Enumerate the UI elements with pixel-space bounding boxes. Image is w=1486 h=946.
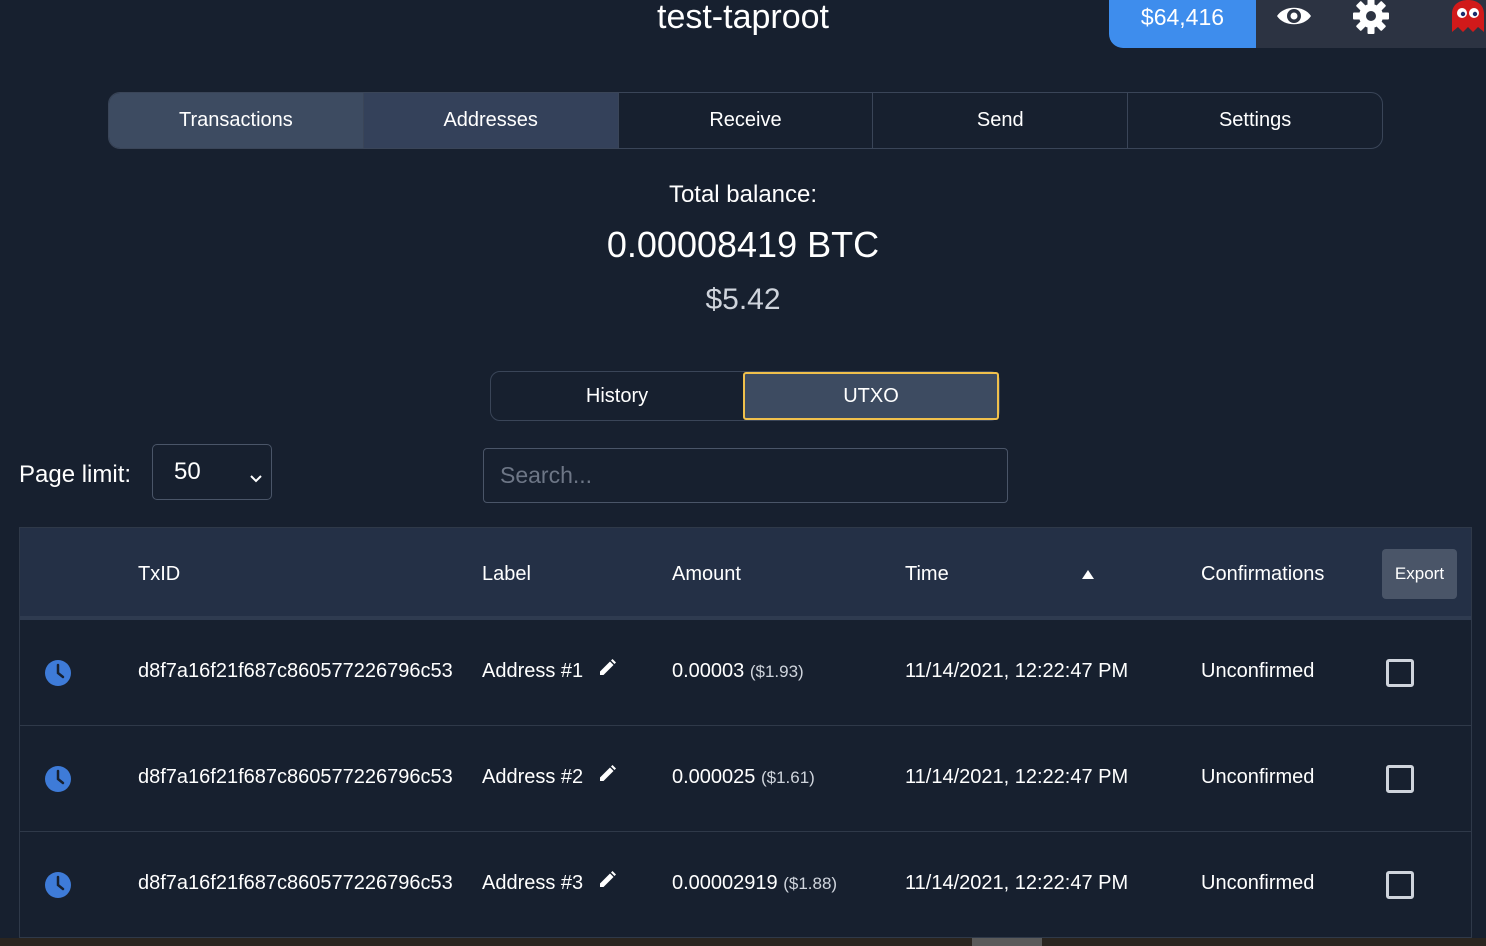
confirmations-cell: Unconfirmed (1201, 872, 1315, 894)
tab-utxo[interactable]: UTXO (743, 372, 999, 420)
label-text: Address #3 (482, 871, 584, 894)
select-checkbox[interactable] (1386, 871, 1414, 899)
edit-pencil-icon[interactable] (597, 658, 617, 684)
table-header: TxID Label Amount Time Confirmations Exp… (20, 528, 1471, 620)
confirmations-cell: Unconfirmed (1201, 660, 1315, 682)
clock-icon (44, 871, 72, 904)
time-cell: 11/14/2021, 12:22:47 PM (905, 766, 1129, 788)
txid-cell[interactable]: d8f7a16f21f687c860577226796c53 (138, 660, 453, 683)
amount-usd: ($1.88) (783, 874, 838, 893)
amount-btc: 0.00003 (672, 660, 745, 682)
amount-cell: 0.000025 ($1.61) (672, 766, 815, 789)
gear-icon[interactable] (1333, 0, 1410, 48)
clock-icon (44, 659, 72, 692)
export-button[interactable]: Export (1382, 549, 1457, 599)
txid-cell[interactable]: d8f7a16f21f687c860577226796c53 (138, 766, 453, 789)
time-cell: 11/14/2021, 12:22:47 PM (905, 872, 1129, 894)
header-label[interactable]: Label (482, 563, 531, 586)
top-bar: $64,416 (1109, 0, 1486, 48)
amount-btc: 0.00002919 (672, 872, 778, 894)
chevron-down-icon (249, 463, 263, 491)
header-amount[interactable]: Amount (672, 563, 741, 586)
eye-icon[interactable] (1256, 0, 1333, 48)
confirmations-cell: Unconfirmed (1201, 766, 1315, 788)
tab-history[interactable]: History (491, 372, 743, 420)
table-row[interactable]: d8f7a16f21f687c860577226796c53 Address #… (20, 620, 1471, 726)
table-row[interactable]: d8f7a16f21f687c860577226796c53 Address #… (20, 832, 1471, 938)
amount-usd: ($1.61) (760, 768, 815, 787)
balance-usd: $5.42 (705, 283, 781, 316)
select-checkbox[interactable] (1386, 659, 1414, 687)
ghost-avatar-icon[interactable] (1409, 0, 1486, 48)
page-limit-select[interactable]: 50 (152, 444, 272, 500)
search-input[interactable] (483, 448, 1008, 503)
label-cell: Address #1 (482, 658, 617, 684)
main-tabs: Transactions Addresses Receive Send Sett… (108, 92, 1383, 149)
txid-cell[interactable]: d8f7a16f21f687c860577226796c53 (138, 872, 453, 895)
page-limit-value: 50 (174, 458, 201, 485)
balance-btc: 0.00008419 BTC (606, 224, 880, 265)
edit-pencil-icon[interactable] (597, 870, 617, 896)
header-confirmations[interactable]: Confirmations (1201, 563, 1324, 586)
balance-label: Total balance: (668, 181, 818, 208)
edit-pencil-icon[interactable] (597, 764, 617, 790)
label-cell: Address #3 (482, 870, 617, 896)
tab-transactions[interactable]: Transactions (109, 93, 364, 148)
amount-cell: 0.00003 ($1.93) (672, 660, 804, 683)
page-limit-label: Page limit: (19, 461, 132, 488)
amount-btc: 0.000025 (672, 766, 756, 788)
time-cell: 11/14/2021, 12:22:47 PM (905, 660, 1129, 682)
tab-send[interactable]: Send (873, 93, 1129, 148)
amount-usd: ($1.93) (749, 662, 804, 681)
utxo-table: TxID Label Amount Time Confirmations Exp… (19, 527, 1472, 946)
tab-settings[interactable]: Settings (1128, 93, 1382, 148)
tab-addresses[interactable]: Addresses (363, 93, 619, 148)
label-text: Address #1 (482, 659, 584, 682)
top-icons (1256, 0, 1486, 48)
sort-ascending-icon[interactable] (1081, 566, 1095, 584)
bottom-scrollbar-thumb[interactable] (972, 938, 1042, 946)
clock-icon (44, 765, 72, 798)
bottom-scrollbar-track[interactable] (0, 938, 1486, 946)
btc-price-button[interactable]: $64,416 (1109, 0, 1256, 48)
label-text: Address #2 (482, 765, 584, 788)
header-time[interactable]: Time (905, 563, 949, 586)
view-toggle: History UTXO (490, 371, 1000, 421)
label-cell: Address #2 (482, 764, 617, 790)
amount-cell: 0.00002919 ($1.88) (672, 872, 837, 895)
select-checkbox[interactable] (1386, 765, 1414, 793)
header-txid[interactable]: TxID (138, 563, 180, 586)
tab-receive[interactable]: Receive (619, 93, 874, 148)
table-row[interactable]: d8f7a16f21f687c860577226796c53 Address #… (20, 726, 1471, 832)
